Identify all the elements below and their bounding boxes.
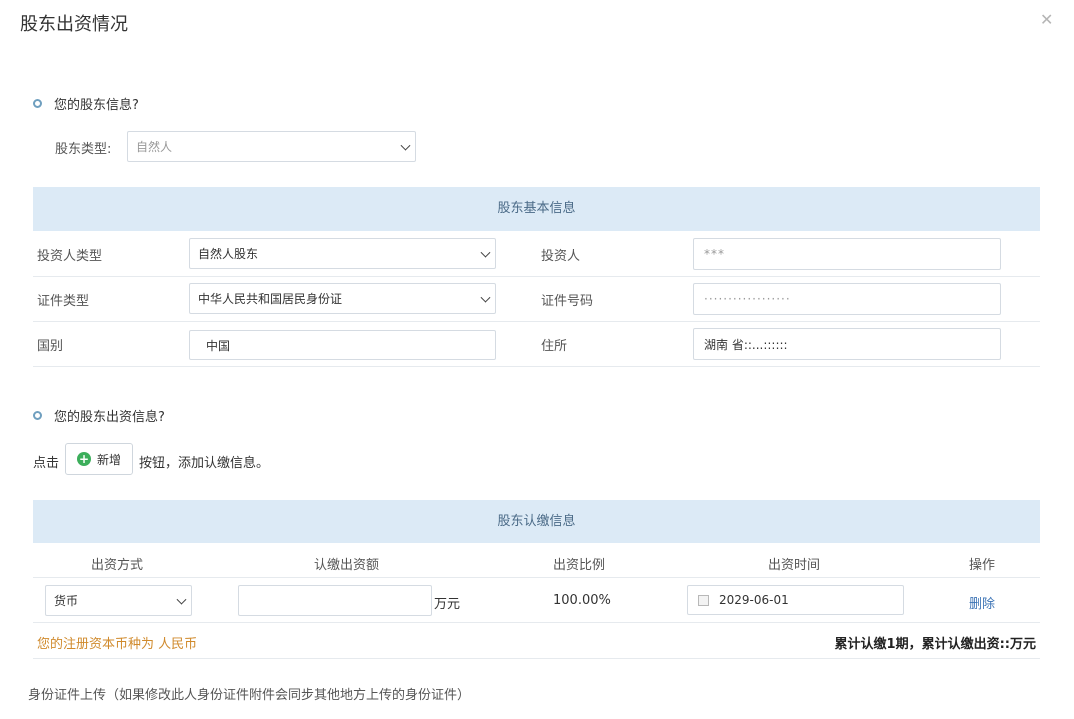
add-button[interactable]: + 新增	[65, 443, 133, 475]
nationality-value: 中国	[206, 338, 231, 353]
column-header-method: 出资方式	[91, 558, 144, 573]
section-heading-contribution: 您的股东出资信息?	[33, 406, 165, 425]
row-divider	[33, 321, 1040, 322]
delete-link[interactable]: 删除	[969, 593, 995, 612]
row-divider	[33, 366, 1040, 367]
date-value: 2029-06-01	[719, 593, 789, 607]
section-heading-shareholder: 您的股东信息?	[33, 94, 139, 113]
column-header-action: 操作	[969, 558, 996, 573]
chevron-down-icon	[176, 594, 187, 605]
shareholder-type-select[interactable]: 自然人	[127, 131, 416, 162]
id-type-value: 中华人民共和国居民身份证	[198, 292, 343, 306]
hint-prefix: 点击	[33, 456, 60, 471]
investor-input[interactable]: ***	[693, 238, 1001, 270]
subscription-summary: 累计认缴1期，累计认缴出资::万元	[834, 637, 1036, 652]
ratio-value: 100.00%	[553, 593, 611, 608]
column-header-date: 出资时间	[768, 558, 821, 573]
address-input[interactable]: 湖南 省::...::::::	[693, 328, 1001, 360]
plus-circle-icon: +	[76, 452, 91, 466]
basic-info-header: 股东基本信息	[33, 187, 1040, 231]
column-header-ratio: 出资比例	[553, 558, 606, 573]
section-heading-text: 您的股东信息?	[54, 98, 139, 113]
dialog-title: 股东出资情况	[20, 14, 128, 35]
row-divider	[33, 622, 1040, 623]
investor-type-select[interactable]: 自然人股东	[189, 238, 496, 269]
investor-value: ***	[704, 247, 725, 261]
amount-input[interactable]	[238, 585, 432, 616]
shareholder-type-label: 股东类型:	[55, 142, 112, 157]
id-type-select[interactable]: 中华人民共和国居民身份证	[189, 283, 496, 314]
chevron-down-icon	[480, 247, 491, 258]
section-heading-text: 您的股东出资信息?	[54, 410, 165, 425]
id-upload-note: 身份证件上传（如果修改此人身份证件附件会同步其他地方上传的身份证件）	[28, 688, 471, 703]
row-divider	[33, 577, 1040, 578]
address-value: 湖南 省::...::::::	[704, 337, 788, 352]
subscription-info-header: 股东认缴信息	[33, 500, 1040, 543]
calendar-icon	[698, 594, 709, 606]
method-value: 货币	[54, 594, 79, 608]
shareholder-type-value: 自然人	[136, 140, 173, 154]
close-icon[interactable]: ✕	[1040, 10, 1053, 29]
circle-bullet-icon	[33, 411, 42, 420]
row-divider	[33, 276, 1040, 277]
hint-suffix: 按钮，添加认缴信息。	[139, 456, 270, 471]
column-header-amount: 认缴出资额	[314, 558, 380, 573]
investor-type-value: 自然人股东	[198, 247, 259, 261]
id-number-label: 证件号码	[541, 294, 594, 309]
investor-label: 投资人	[541, 249, 581, 264]
amount-unit: 万元	[434, 597, 461, 612]
id-type-label: 证件类型	[37, 294, 90, 309]
chevron-down-icon	[400, 140, 411, 151]
investor-type-label: 投资人类型	[37, 249, 103, 264]
id-number-value: ··················	[704, 292, 791, 306]
nationality-label: 国别	[37, 339, 64, 354]
id-number-input[interactable]: ··················	[693, 283, 1001, 315]
add-button-label: 新增	[96, 452, 121, 467]
method-select[interactable]: 货币	[45, 585, 192, 616]
nationality-input[interactable]: 中国	[189, 330, 496, 360]
currency-note: 您的注册资本币种为 人民币	[37, 637, 198, 652]
chevron-down-icon	[480, 292, 491, 303]
address-label: 住所	[541, 339, 568, 354]
row-divider	[33, 658, 1040, 659]
circle-bullet-icon	[33, 99, 42, 108]
date-input[interactable]: 2029-06-01	[687, 585, 904, 615]
